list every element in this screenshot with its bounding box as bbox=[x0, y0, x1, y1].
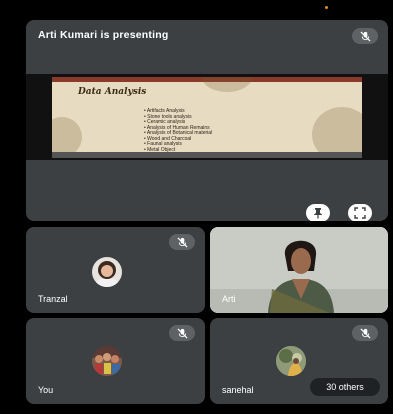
shared-screen: Data Analysis Artifacts Analysis Stone t… bbox=[26, 74, 388, 160]
participant-tile[interactable]: Tranzal bbox=[26, 227, 205, 313]
fullscreen-button[interactable] bbox=[348, 204, 372, 221]
mic-off-icon bbox=[169, 325, 195, 341]
video-feed bbox=[210, 227, 388, 313]
participant-name: You bbox=[38, 385, 54, 395]
slide-decoration bbox=[202, 77, 252, 92]
mic-off-icon bbox=[352, 325, 378, 341]
pin-button[interactable] bbox=[306, 204, 330, 221]
participant-tile[interactable]: sanehal 30 others bbox=[210, 318, 388, 404]
avatar bbox=[92, 346, 122, 376]
self-tile[interactable]: You bbox=[26, 318, 205, 404]
pin-icon bbox=[314, 208, 322, 219]
slide-decoration bbox=[312, 107, 362, 158]
presenting-banner: Arti Kumari is presenting bbox=[38, 29, 169, 41]
fullscreen-icon bbox=[354, 207, 366, 219]
slide-title: Data Analysis bbox=[78, 87, 147, 97]
mic-off-icon bbox=[352, 28, 378, 44]
participant-video-tile[interactable]: Arti bbox=[210, 227, 388, 313]
avatar bbox=[276, 346, 306, 376]
slide-taskbar bbox=[52, 152, 362, 158]
slide-decoration bbox=[52, 117, 82, 157]
participant-name: Arti bbox=[222, 294, 236, 304]
avatar bbox=[92, 257, 122, 287]
mic-off-icon bbox=[169, 234, 195, 250]
others-count-badge[interactable]: 30 others bbox=[310, 378, 380, 396]
participant-name: Tranzal bbox=[38, 294, 68, 304]
slide: Data Analysis Artifacts Analysis Stone t… bbox=[52, 77, 362, 158]
status-dot bbox=[325, 6, 328, 9]
participant-name: sanehal bbox=[222, 385, 254, 395]
slide-bullet-list: Artifacts Analysis Stone tools analysis … bbox=[144, 108, 212, 153]
presentation-tile[interactable]: Arti Kumari is presenting Data Analysis … bbox=[26, 20, 388, 221]
